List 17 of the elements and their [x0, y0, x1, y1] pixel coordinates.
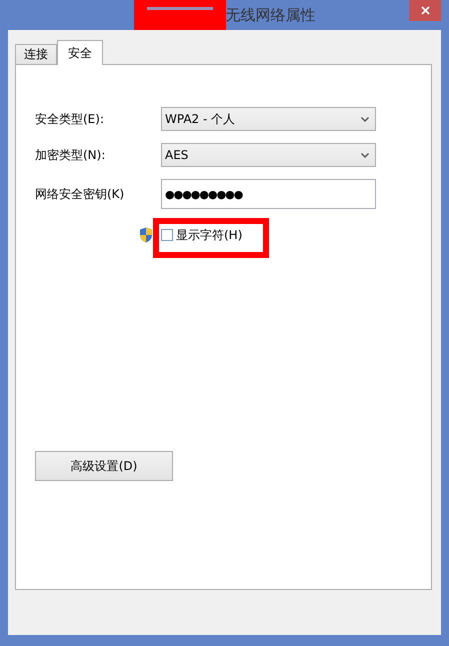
tab[interactable]: 安全 [57, 40, 103, 65]
field-label: 加密类型(N): [35, 146, 106, 164]
close-button[interactable] [409, 0, 441, 21]
window-title: 无线网络属性 [226, 6, 316, 25]
password-field[interactable]: ●●●●●●●●● [161, 179, 376, 209]
advanced-settings-button[interactable]: 高级设置(D) [35, 451, 173, 481]
dropdown[interactable]: WPA2 - 个人 [161, 107, 376, 131]
chevron-icon [361, 116, 369, 122]
checkbox[interactable] [161, 229, 173, 241]
dropdown[interactable]: AES [161, 143, 376, 167]
field-label: 安全类型(E): [35, 110, 105, 128]
checkbox-label: 显示字符(H) [176, 226, 242, 244]
tab[interactable]: 连接 [15, 44, 57, 64]
shield-icon [139, 227, 153, 243]
close-icon [420, 6, 430, 15]
chevron-icon [361, 152, 369, 158]
field-label: 网络安全密钥(K) [35, 186, 126, 202]
